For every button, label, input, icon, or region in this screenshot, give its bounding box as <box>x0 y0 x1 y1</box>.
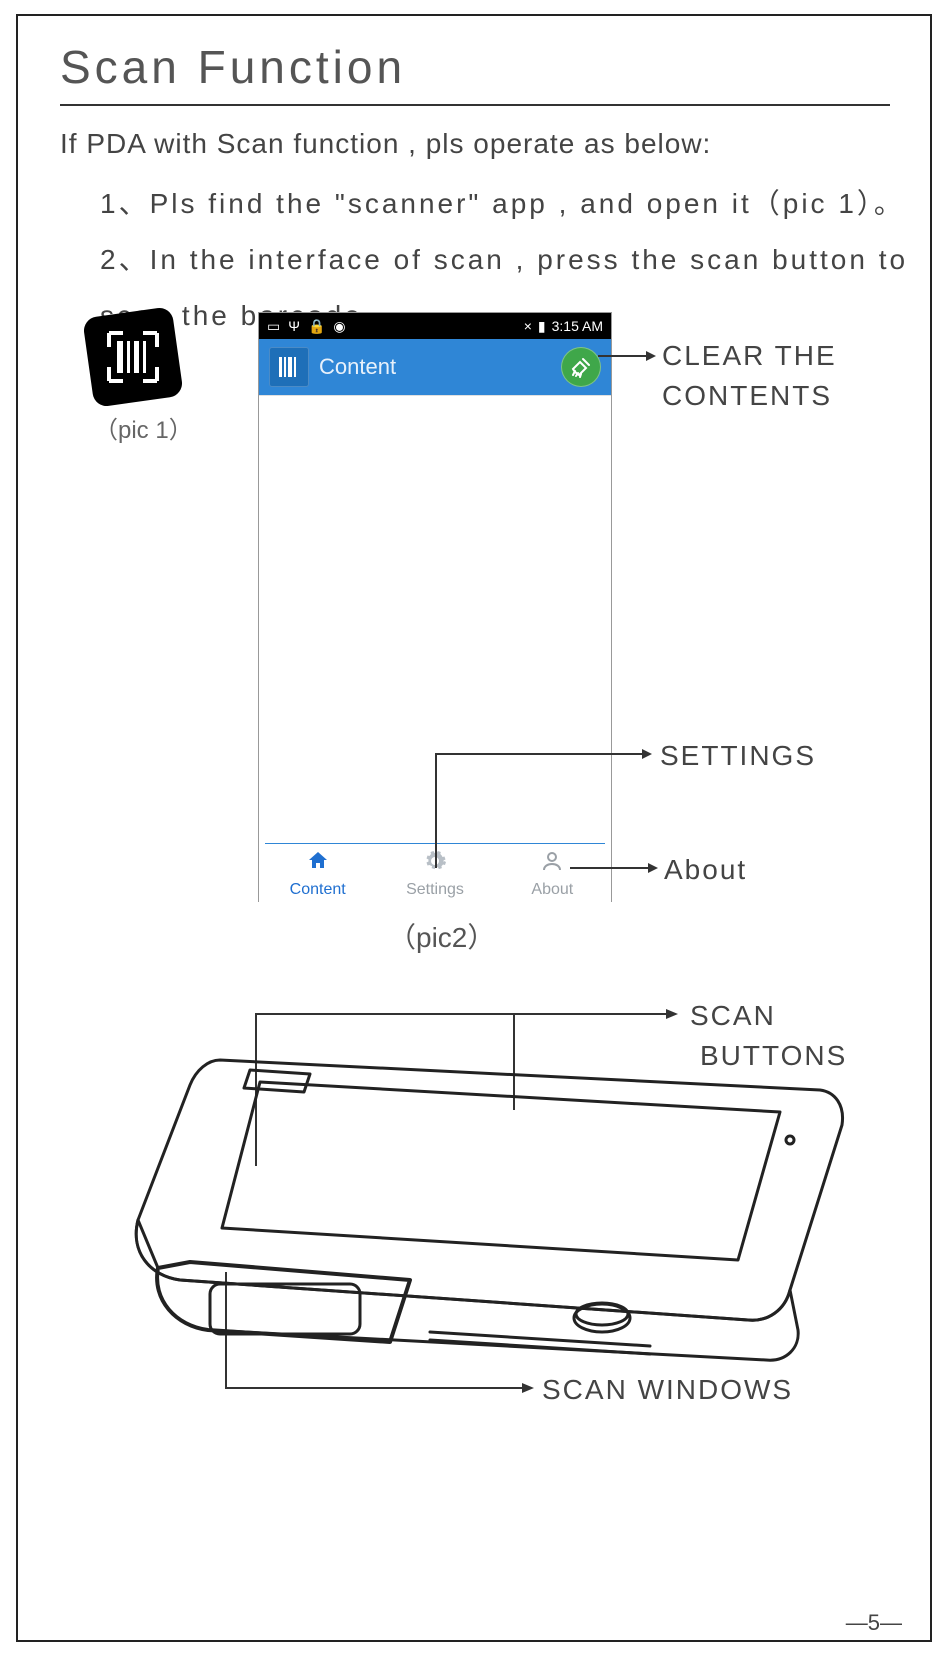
appbar-title: Content <box>319 354 396 380</box>
callout-clear-line2: CONTENTS <box>662 380 832 412</box>
callout-scan-buttons-line1: SCAN <box>690 1000 776 1032</box>
pda-device-illustration <box>90 1030 870 1400</box>
battery-icon: ▮ <box>538 318 546 335</box>
title-rule <box>60 104 890 106</box>
callout-clear-line1: CLEAR THE <box>662 340 837 372</box>
sim-icon: ▭ <box>267 318 280 335</box>
step-2-line1: 2、In the interface of scan , press the s… <box>100 238 908 278</box>
person-icon <box>540 849 564 879</box>
close-x-icon: × <box>524 318 532 334</box>
app-bar: Content <box>259 339 611 395</box>
tab-content-label: Content <box>290 881 346 899</box>
status-bar: ▭ Ψ 🔒 ◉ × ▮ 3:15 AM <box>259 313 611 339</box>
phone-screenshot: ▭ Ψ 🔒 ◉ × ▮ 3:15 AM Content <box>258 312 612 902</box>
step-1: 1、Pls find the "scanner" app , and open … <box>100 182 905 222</box>
scan-result-area <box>259 395 611 843</box>
lock-icon: 🔒 <box>308 318 325 335</box>
tab-about[interactable]: About <box>494 844 611 904</box>
scanner-app-icon <box>82 306 184 408</box>
intro-text: If PDA with Scan function , pls operate … <box>60 128 711 160</box>
status-time: 3:15 AM <box>552 318 603 334</box>
broom-icon <box>570 356 592 378</box>
clear-contents-button[interactable] <box>561 347 601 387</box>
appbar-barcode-icon <box>269 347 309 387</box>
tab-settings-label: Settings <box>406 881 464 899</box>
pic1-label: （pic 1） <box>94 410 193 445</box>
gear-icon <box>423 849 447 879</box>
tab-content[interactable]: Content <box>259 844 376 904</box>
usb-icon: Ψ <box>288 318 300 334</box>
tab-about-label: About <box>531 881 573 899</box>
bottom-nav: Content Settings About <box>259 844 611 904</box>
callout-about: About <box>664 854 747 886</box>
callout-settings: SETTINGS <box>660 740 816 772</box>
pic2-label: （pic2） <box>388 916 495 956</box>
android-icon: ◉ <box>333 318 345 335</box>
tab-settings[interactable]: Settings <box>376 844 493 904</box>
home-icon <box>306 849 330 879</box>
page-number: —5— <box>846 1610 902 1636</box>
page-title: Scan Function <box>60 40 406 94</box>
